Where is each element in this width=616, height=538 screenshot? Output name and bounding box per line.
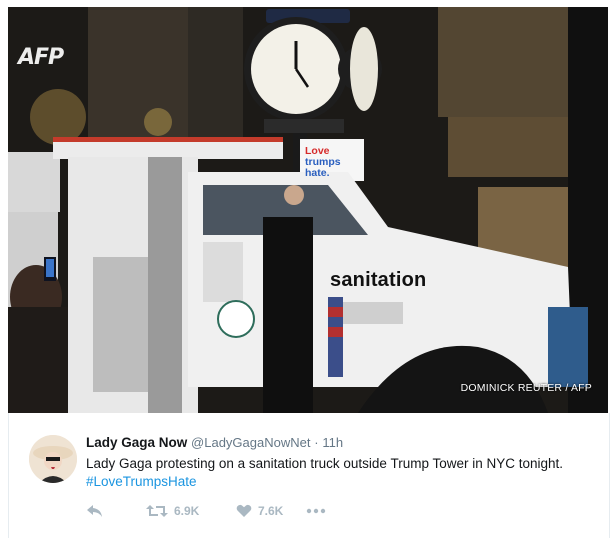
tweet-actions: 6.9K 7.6K	[86, 501, 326, 521]
retweet-button[interactable]: 6.9K	[146, 504, 236, 518]
tweet-header: Lady Gaga Now @LadyGagaNowNet · 11h	[86, 435, 343, 450]
truck-sanitation-text: sanitation	[330, 269, 427, 291]
header-separator: ·	[314, 435, 319, 450]
tweet-body: Lady Gaga protesting on a sanitation tru…	[86, 456, 564, 471]
tweet-photo[interactable]: AFP Love trumps hate. sanitation DOMINIC…	[8, 7, 608, 413]
heart-icon	[236, 504, 252, 517]
sign-line-3: hate.	[305, 167, 330, 179]
author-name[interactable]: Lady Gaga Now	[86, 435, 187, 450]
more-icon	[306, 508, 326, 514]
protest-sign-text: Love trumps hate.	[305, 146, 341, 179]
afp-watermark: AFP	[18, 45, 64, 70]
avatar-image	[29, 435, 77, 483]
tweet-card: Lady Gaga Now @LadyGagaNowNet · 11h Lady…	[8, 413, 610, 538]
avatar[interactable]	[29, 435, 77, 483]
like-button[interactable]: 7.6K	[236, 504, 306, 518]
reply-button[interactable]	[86, 504, 146, 518]
retweet-count: 6.9K	[174, 504, 200, 518]
author-handle[interactable]: @LadyGagaNowNet	[191, 435, 310, 450]
tweet-media-view: AFP Love trumps hate. sanitation DOMINIC…	[0, 0, 616, 538]
photo-illustration	[8, 7, 608, 413]
reply-icon	[87, 505, 102, 517]
tweet-timestamp[interactable]: 11h	[322, 435, 343, 450]
like-count: 7.6K	[258, 504, 284, 518]
photo-credit: DOMINICK REUTER / AFP	[460, 382, 592, 394]
hashtag-link[interactable]: #LoveTrumpsHate	[86, 473, 601, 491]
more-button[interactable]	[306, 508, 326, 514]
retweet-icon	[146, 505, 168, 517]
tweet-text: Lady Gaga protesting on a sanitation tru…	[86, 455, 601, 491]
